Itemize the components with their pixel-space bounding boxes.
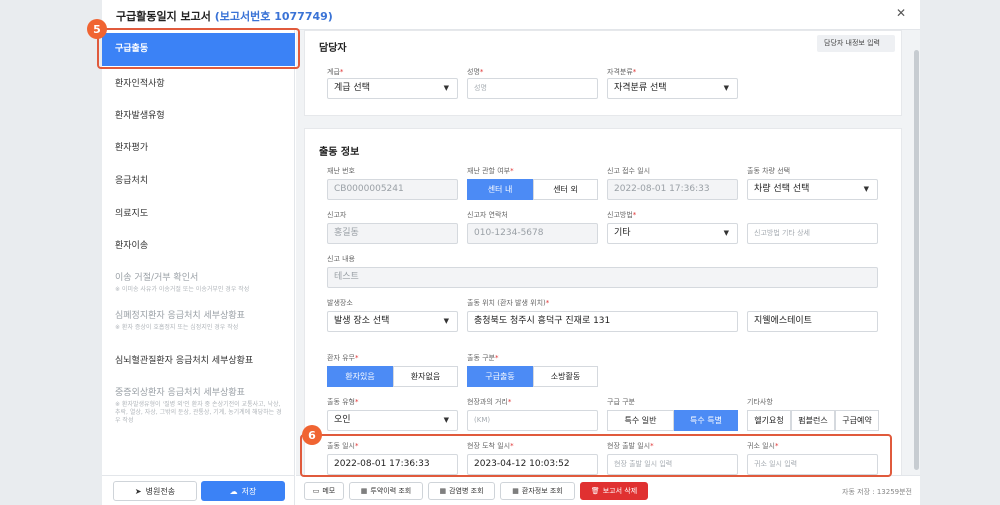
dispatch-card: 출동 정보 재난 번호 CB0000005241 재난 관할 여부* 센터 내 …	[304, 128, 902, 475]
method-label: 신고방법*	[607, 211, 637, 219]
delete-report-button[interactable]: 🗑 보고서 삭제	[580, 482, 648, 500]
patient-info-button[interactable]: ▦ 환자정보 조회	[500, 482, 575, 500]
highlight-box-5	[97, 28, 300, 69]
sidebar-item-cerebro[interactable]: 심뇌혈관질환자 응급처치 세부상황표	[102, 353, 295, 366]
calendar-icon: ▦	[360, 487, 368, 495]
autosave-status: 자동 저장 : 13259분전	[842, 488, 912, 496]
type-rescue-button[interactable]: 구급출동	[467, 366, 533, 387]
memo-icon: ▭	[312, 487, 320, 495]
chevron-down-icon: ▼	[863, 185, 869, 193]
dispatch-type-label: 출동 유형*	[327, 398, 359, 406]
name-label: 성명*	[467, 68, 484, 76]
cloud-upload-icon: ☁	[229, 486, 238, 496]
manager-card: 담당자 담당자 내정보 입력 계급* 계급 선택 ▼ 성명* 성명 자격분류* 자…	[304, 30, 902, 116]
qualification-label: 자격분류*	[607, 68, 637, 76]
drug-history-button[interactable]: ▦ 투약이력 조회	[349, 482, 423, 500]
calendar-icon: ▦	[439, 487, 447, 495]
report-time-field: 2022-08-01 17:36:33	[607, 179, 738, 200]
sidebar: 구급출동 환자인적사항 환자발생유형 환자평가 응급처치 의료지도 환자이송 이…	[102, 30, 295, 505]
sidebar-note: ※ 환자발생유형이 '질병 외'인 환자 중 손상기전이 교통사고, 낙상, 추…	[115, 401, 282, 424]
sidebar-item-refusal[interactable]: 이송 거절/거부 확인서 ※ 이미송 사유가 이송거절 또는 이송거부인 경우 작…	[102, 270, 295, 294]
place-label: 발생장소	[327, 299, 353, 307]
calendar-icon: ▦	[512, 487, 519, 495]
method-detail-input[interactable]: 신고방법 기타 상세	[747, 223, 878, 244]
chevron-down-icon: ▼	[443, 317, 449, 325]
class-special-button[interactable]: 특수 특별	[674, 410, 738, 431]
reporter-label: 신고자	[327, 211, 347, 219]
class-label: 구급 구분	[607, 398, 635, 406]
type-label: 출동 구분*	[467, 354, 499, 362]
helicopter-request-button[interactable]: 헬기요청	[747, 410, 791, 431]
place-select[interactable]: 발생 장소 선택 ▼	[327, 311, 458, 332]
report-modal: 구급활동일지 보고서 (보고서번호 1077749) ✕ 구급출동 환자인적사항…	[102, 0, 920, 505]
contact-label: 신고자 연락처	[467, 211, 508, 219]
chevron-down-icon: ▼	[723, 229, 729, 237]
sidebar-item-assessment[interactable]: 환자평가	[102, 140, 295, 153]
content-label: 신고 내용	[327, 255, 355, 263]
step-badge-5: 5	[87, 19, 107, 39]
chevron-down-icon: ▼	[443, 84, 449, 92]
memo-button[interactable]: ▭ 메모	[304, 482, 344, 500]
content-field: 테스트	[327, 267, 878, 288]
manager-title: 담당자	[319, 43, 347, 54]
reporter-field: 홍길동	[327, 223, 458, 244]
hospital-transfer-button[interactable]: ➤ 병원전송	[113, 481, 197, 501]
dispatch-title: 출동 정보	[319, 147, 360, 158]
report-number: (보고서번호 1077749)	[214, 10, 333, 23]
contact-field: 010-1234-5678	[467, 223, 598, 244]
vehicle-select[interactable]: 차량 선택 선택 ▼	[747, 179, 878, 200]
vehicle-label: 출동 차량 선택	[747, 167, 791, 175]
sidebar-item-patient-info[interactable]: 환자인적사항	[102, 76, 295, 89]
close-icon[interactable]: ✕	[896, 6, 906, 20]
name-input[interactable]: 성명	[467, 78, 598, 99]
jurisdiction-in-button[interactable]: 센터 내	[467, 179, 533, 200]
distance-input[interactable]: (KM)	[467, 410, 598, 431]
fill-my-info-button[interactable]: 담당자 내정보 입력	[817, 35, 895, 52]
pumbulance-button[interactable]: 펌블런스	[791, 410, 835, 431]
disaster-no-label: 재난 번호	[327, 167, 355, 175]
disaster-no-field: CB0000005241	[327, 179, 458, 200]
patient-no-button[interactable]: 환자없음	[393, 366, 458, 387]
modal-header: 구급활동일지 보고서 (보고서번호 1077749) ✕	[102, 0, 920, 30]
bottom-toolbar: ▭ 메모 ▦ 투약이력 조회 ▦ 감염병 조회 ▦ 환자정보 조회 🗑 보고서 삭제 자동…	[296, 475, 920, 505]
sidebar-item-transport[interactable]: 환자이송	[102, 238, 295, 251]
distance-label: 현장과의 거리*	[467, 398, 512, 406]
sidebar-note: ※ 환자 증상이 호흡정지 또는 심정지인 경우 작성	[115, 324, 239, 331]
sidebar-item-trauma[interactable]: 중증외상환자 응급처치 세부상황표 ※ 환자발생유형이 '질병 외'인 환자 중 …	[102, 385, 282, 425]
location-label: 출동 위치 (환자 발생 위치)*	[467, 299, 550, 307]
trash-icon: 🗑	[590, 487, 600, 495]
save-button[interactable]: ☁ 저장	[201, 481, 285, 501]
sidebar-note: ※ 이미송 사유가 이송거절 또는 이송거부인 경우 작성	[115, 286, 250, 293]
step-badge-6: 6	[302, 425, 322, 445]
method-select[interactable]: 기타 ▼	[607, 223, 738, 244]
type-fire-button[interactable]: 소방활동	[533, 366, 598, 387]
qualification-select[interactable]: 자격분류 선택 ▼	[607, 78, 738, 99]
send-icon: ➤	[134, 486, 142, 496]
infection-button[interactable]: ▦ 감염병 조회	[428, 482, 495, 500]
location-input[interactable]: 충청북도 청주시 흥덕구 진재로 131	[467, 311, 738, 332]
rank-select[interactable]: 계급 선택 ▼	[327, 78, 458, 99]
ambulance-reservation-button[interactable]: 구급예약	[835, 410, 879, 431]
etc-label: 기타사항	[747, 398, 773, 406]
sidebar-item-first-aid[interactable]: 응급처치	[102, 173, 295, 186]
report-time-label: 신고 접수 일시	[607, 167, 651, 175]
modal-title: 구급활동일지 보고서 (보고서번호 1077749)	[116, 10, 333, 23]
chevron-down-icon: ▼	[723, 84, 729, 92]
jurisdiction-label: 재난 관할 여부*	[467, 167, 514, 175]
patient-yes-button[interactable]: 환자있음	[327, 366, 393, 387]
dispatch-type-select[interactable]: 오인 ▼	[327, 410, 458, 431]
patient-label: 환자 유무*	[327, 354, 359, 362]
sidebar-item-cardiac-arrest[interactable]: 심폐정지환자 응급처치 세부상황표 ※ 환자 증상이 호흡정지 또는 심정지인 경…	[102, 308, 295, 332]
highlight-box-6	[300, 434, 892, 477]
chevron-down-icon: ▼	[443, 416, 449, 424]
scrollbar[interactable]	[914, 50, 919, 470]
sidebar-item-occurrence-type[interactable]: 환자발생유형	[102, 108, 295, 121]
location-detail-input[interactable]: 지웰에스테이트	[747, 311, 878, 332]
class-normal-button[interactable]: 특수 일반	[607, 410, 674, 431]
main-content: 담당자 담당자 내정보 입력 계급* 계급 선택 ▼ 성명* 성명 자격분류* 자…	[296, 30, 920, 475]
jurisdiction-out-button[interactable]: 센터 외	[533, 179, 598, 200]
sidebar-item-medical-guidance[interactable]: 의료지도	[102, 206, 295, 219]
sidebar-footer: ➤ 병원전송 ☁ 저장	[102, 475, 295, 505]
rank-label: 계급*	[327, 68, 344, 76]
